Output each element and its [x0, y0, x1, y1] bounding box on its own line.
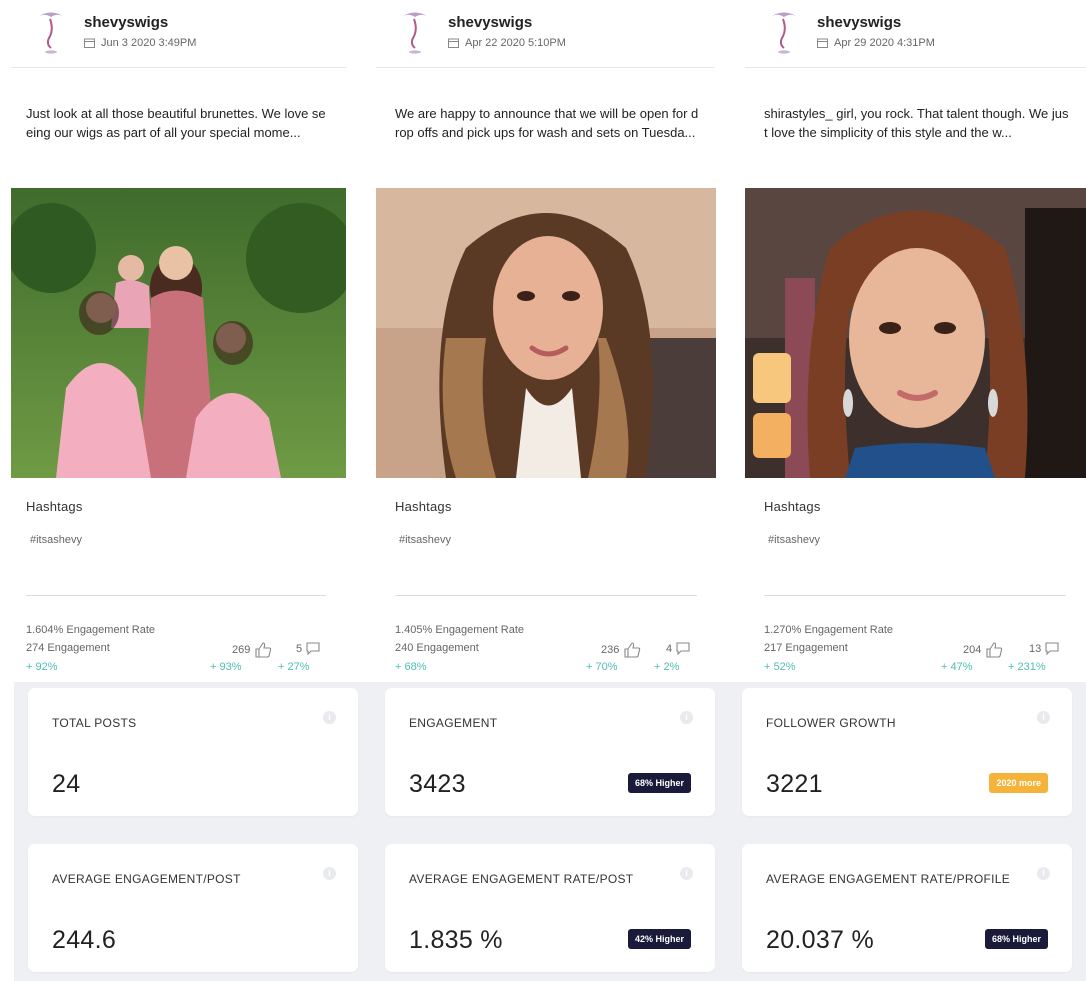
likes-metric: 204 [963, 642, 1003, 658]
comment-icon [676, 642, 690, 655]
hashtags-title: Hashtags [395, 499, 452, 514]
engagement-growth: + 92% [26, 661, 58, 673]
comments-count: 13 [1029, 642, 1042, 655]
post-caption[interactable]: Just look at all those beautiful brunett… [26, 104, 331, 142]
post-date: Apr 22 2020 5:10PM [448, 37, 566, 49]
info-icon[interactable]: i [323, 867, 336, 880]
card-value: 3221 [766, 770, 823, 798]
engagement-growth: + 68% [395, 661, 427, 673]
hashtag-link[interactable]: #itsashevy [399, 534, 451, 546]
engagement-card[interactable]: ENGAGEMENT i 3423 68% Higher [385, 688, 715, 816]
comparison-badge: 68% Higher [627, 773, 691, 793]
comparison-badge: 2020 more [989, 773, 1048, 793]
hashtag-link[interactable]: #itsashevy [30, 534, 82, 546]
engagement-rate: 1.270% Engagement Rate [764, 624, 894, 636]
post-image[interactable] [745, 188, 1086, 478]
card-value: 24 [52, 770, 81, 798]
engagement-count: 217 Engagement [764, 642, 848, 654]
likes-growth: + 70% [586, 661, 618, 673]
comparison-badge: 42% Higher [627, 929, 691, 949]
post-date-text: Apr 22 2020 5:10PM [465, 37, 566, 49]
total-posts-card[interactable]: TOTAL POSTS i 24 [28, 688, 358, 816]
info-icon[interactable]: i [1037, 867, 1050, 880]
comments-growth: + 2% [654, 661, 680, 673]
post-date: Jun 3 2020 3:49PM [84, 37, 196, 49]
card-title: AVERAGE ENGAGEMENT RATE/PROFILE [766, 872, 1011, 886]
post-caption[interactable]: shirastyles_ girl, you rock. That talent… [764, 104, 1069, 142]
post-author[interactable]: shevyswigs [448, 14, 532, 31]
follower-growth-card[interactable]: FOLLOWER GROWTH i 3221 2020 more [742, 688, 1072, 816]
like-icon [624, 642, 641, 658]
engagement-count: 274 Engagement [26, 642, 110, 654]
divider [26, 595, 326, 596]
logo-icon [39, 12, 63, 54]
avg-engagement-rate-profile-card[interactable]: AVERAGE ENGAGEMENT RATE/PROFILE i 20.037… [742, 844, 1072, 972]
card-title: ENGAGEMENT [409, 716, 498, 730]
card-value: 3423 [409, 770, 466, 798]
card-title: AVERAGE ENGAGEMENT RATE/POST [409, 872, 634, 886]
comments-count: 4 [666, 642, 673, 655]
comment-icon [1045, 642, 1059, 655]
card-title: FOLLOWER GROWTH [766, 716, 896, 730]
info-icon[interactable]: i [1037, 711, 1050, 724]
comments-growth: + 27% [278, 661, 310, 673]
post-date-text: Jun 3 2020 3:49PM [101, 37, 197, 49]
info-icon[interactable]: i [680, 867, 693, 880]
post-author[interactable]: shevyswigs [84, 14, 168, 31]
comments-growth: + 231% [1008, 661, 1046, 673]
post-caption[interactable]: We are happy to announce that we will be… [395, 104, 700, 142]
post-header: shevyswigs Jun 3 2020 3:49PM [12, 0, 346, 68]
comment-icon [306, 642, 320, 655]
likes-count: 204 [963, 644, 982, 656]
avg-engagement-post-card[interactable]: AVERAGE ENGAGEMENT/POST i 244.6 [28, 844, 358, 972]
post-header: shevyswigs Apr 22 2020 5:10PM [376, 0, 714, 68]
card-value: 244.6 [52, 926, 117, 954]
post-image[interactable] [11, 188, 346, 478]
hashtags-title: Hashtags [764, 499, 821, 514]
engagement-count: 240 Engagement [395, 642, 479, 654]
card-title: TOTAL POSTS [52, 716, 137, 730]
info-icon[interactable]: i [323, 711, 336, 724]
hashtags-title: Hashtags [26, 499, 83, 514]
posts-feed: shevyswigs Jun 3 2020 3:49PM Just look a… [0, 0, 1086, 682]
comments-metric: 13 [1029, 642, 1059, 655]
engagement-growth: + 52% [764, 661, 796, 673]
likes-metric: 236 [601, 642, 641, 658]
engagement-rate: 1.405% Engagement Rate [395, 624, 525, 636]
divider [764, 595, 1066, 596]
comments-count: 5 [296, 642, 303, 655]
calendar-icon [448, 38, 459, 48]
post-card[interactable]: shevyswigs Apr 29 2020 4:31PM shirastyle… [739, 0, 1086, 682]
comments-metric: 4 [666, 642, 690, 655]
post-card[interactable]: shevyswigs Apr 22 2020 5:10PM We are hap… [370, 0, 716, 682]
like-icon [255, 642, 272, 658]
post-author[interactable]: shevyswigs [817, 14, 901, 31]
summary-dashboard: TOTAL POSTS i 24 ENGAGEMENT i 3423 68% H… [14, 682, 1086, 981]
post-image[interactable] [376, 188, 716, 478]
card-value: 20.037 % [766, 926, 875, 954]
calendar-icon [817, 38, 828, 48]
card-title: AVERAGE ENGAGEMENT/POST [52, 872, 241, 886]
card-value: 1.835 % [409, 926, 503, 954]
post-date: Apr 29 2020 4:31PM [817, 37, 935, 49]
logo-icon [403, 12, 427, 54]
comparison-badge: 68% Higher [984, 929, 1048, 949]
info-icon[interactable]: i [680, 711, 693, 724]
logo-icon [772, 12, 796, 54]
likes-count: 269 [232, 644, 251, 656]
engagement-rate: 1.604% Engagement Rate [26, 624, 156, 636]
avg-engagement-rate-post-card[interactable]: AVERAGE ENGAGEMENT RATE/POST i 1.835 % 4… [385, 844, 715, 972]
post-header: shevyswigs Apr 29 2020 4:31PM [745, 0, 1086, 68]
likes-growth: + 47% [941, 661, 973, 673]
hashtag-link[interactable]: #itsashevy [768, 534, 820, 546]
likes-growth: + 93% [210, 661, 242, 673]
likes-count: 236 [601, 644, 620, 656]
post-date-text: Apr 29 2020 4:31PM [834, 37, 935, 49]
like-icon [986, 642, 1003, 658]
calendar-icon [84, 38, 95, 48]
comments-metric: 5 [296, 642, 320, 655]
post-card[interactable]: shevyswigs Jun 3 2020 3:49PM Just look a… [0, 0, 346, 682]
divider [395, 595, 697, 596]
likes-metric: 269 [232, 642, 272, 658]
